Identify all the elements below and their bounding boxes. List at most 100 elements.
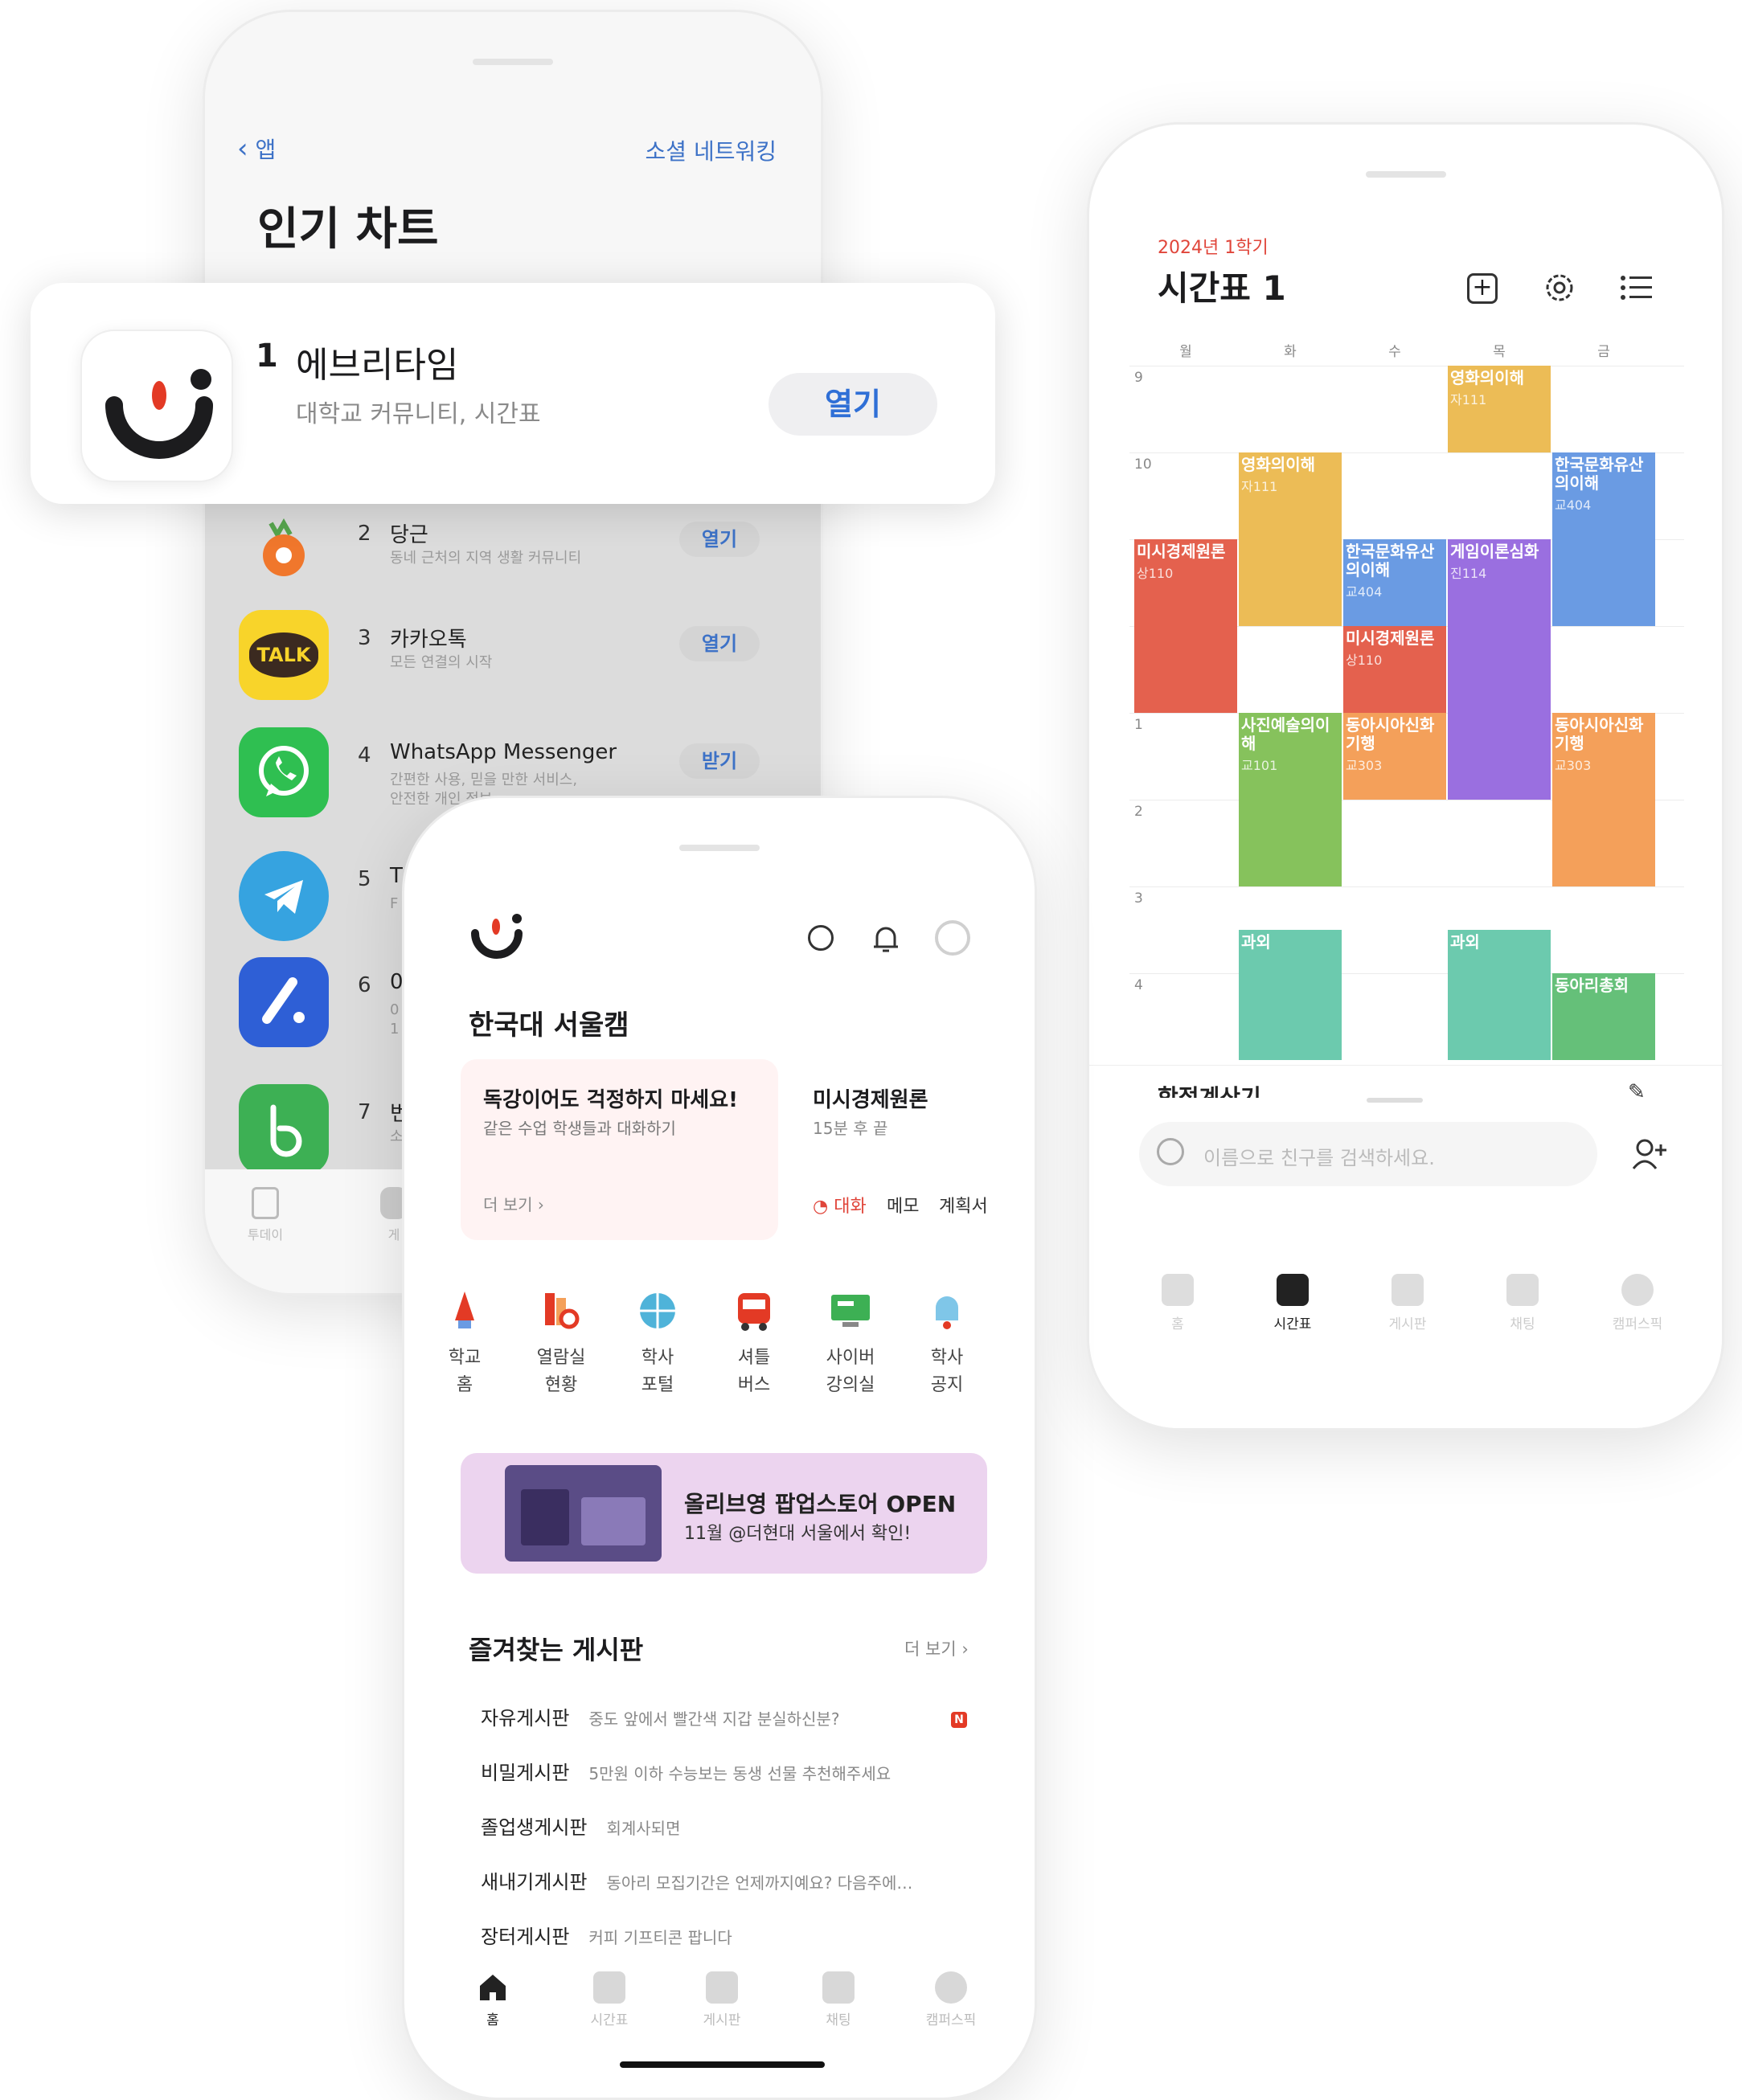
quick-link-reading-room[interactable]: 열람실 현황	[513, 1288, 609, 1399]
class-block[interactable]: 게임이론심화 진114	[1448, 539, 1551, 800]
app-icon	[239, 957, 329, 1047]
featured-app-card[interactable]: 1 에브리타임 대학교 커뮤니티, 시간표 열기	[31, 283, 995, 504]
quick-link-academic-portal[interactable]: 학사 포털	[609, 1288, 706, 1399]
search-icon[interactable]	[808, 925, 834, 951]
class-block[interactable]: 동아시아신화기행 교303	[1552, 713, 1655, 886]
search-icon	[1157, 1138, 1184, 1165]
quick-link-academic-notice[interactable]: 학사 공지	[899, 1288, 995, 1399]
favorites-more[interactable]: 더 보기 ›	[904, 1636, 969, 1660]
tab-campus-pick[interactable]: 캠퍼스픽	[903, 1971, 999, 2028]
telegram-icon	[239, 851, 329, 941]
bell-icon[interactable]	[871, 923, 901, 958]
board-name: 자유게시판	[481, 1707, 570, 1730]
tab-chat[interactable]: 채팅	[1466, 1274, 1579, 1332]
profile-icon[interactable]	[935, 920, 970, 956]
whatsapp-icon	[239, 727, 329, 817]
tab-board[interactable]: 게시판	[674, 1971, 770, 2028]
quick-link-school-home[interactable]: 학교 홈	[416, 1288, 513, 1399]
board-row-freshman[interactable]: 새내기게시판 동아리 모집기간은 언제까지예요? 다음주에…	[481, 1866, 912, 1901]
class-room: 교101	[1241, 758, 1278, 773]
class-name: 사진예술의이해	[1241, 715, 1330, 753]
class-block[interactable]: 한국문화유산의이해 교404	[1552, 452, 1655, 626]
page-title: 인기 차트	[257, 203, 439, 256]
class-block[interactable]: 영화의이해 자111	[1239, 452, 1342, 626]
books-icon	[539, 1288, 584, 1333]
list-item[interactable]: 2 당근 동네 근처의 지역 생활 커뮤니티 열기	[229, 494, 784, 615]
hour-label: 2	[1134, 804, 1143, 820]
app-name: WhatsApp Messenger	[390, 740, 617, 764]
class-block[interactable]: 사진예술의이해교101	[1239, 713, 1342, 886]
class-block[interactable]: 한국문화유산의이해 교404	[1343, 539, 1446, 626]
class-name: 미시경제원론	[1137, 542, 1226, 561]
category-link[interactable]: 소셜 네트워킹	[646, 134, 777, 166]
tab-timetable[interactable]: 시간표	[1236, 1274, 1349, 1332]
list-item[interactable]: TALK 3 카카오톡 모든 연결의 시작 열기	[229, 599, 784, 719]
rank: 6	[358, 973, 371, 997]
open-button[interactable]: 열기	[679, 626, 760, 661]
board-latest-post: 회계사되면	[606, 1819, 681, 1838]
kakaotalk-icon: TALK	[239, 610, 329, 700]
quick-link-label: 열람실 현황	[513, 1345, 609, 1399]
tab-campus-pick[interactable]: 캠퍼스픽	[1581, 1274, 1694, 1332]
tab-label: 시간표	[1273, 1316, 1312, 1332]
tab-home[interactable]: 홈	[1121, 1274, 1234, 1332]
chevron-left-icon: ‹	[237, 133, 248, 165]
day-header: 월	[1179, 344, 1192, 360]
sheet-handle[interactable]	[1367, 1098, 1423, 1103]
open-button[interactable]: 열기	[769, 373, 937, 436]
label-line-2: 포털	[641, 1375, 674, 1395]
subtitle-line-1: 간편한 사용, 믿을 만한 서비스,	[390, 772, 578, 788]
tab-board[interactable]: 게시판	[1351, 1274, 1464, 1332]
class-block[interactable]: 동아시아신화기행 교303	[1343, 713, 1446, 800]
home-indicator[interactable]	[620, 2061, 825, 2068]
tab-today[interactable]: 투데이	[237, 1187, 293, 1243]
memo-action[interactable]: 메모	[887, 1192, 919, 1218]
rank: 4	[358, 743, 371, 768]
everytime-logo-icon	[80, 330, 233, 482]
subtitle-line-2: 1	[390, 1021, 400, 1038]
class-block[interactable]: 미시경제원론 상110	[1343, 626, 1446, 713]
app-subtitle: 모든 연결의 시작	[390, 654, 493, 671]
class-room: 상110	[1346, 653, 1383, 668]
board-row-graduate[interactable]: 졸업생게시판 회계사되면	[481, 1811, 680, 1847]
tab-timetable[interactable]: 시간표	[561, 1971, 658, 2028]
ad-banner[interactable]: 올리브영 팝업스토어 OPEN 11월 @더현대 서울에서 확인!	[461, 1453, 987, 1574]
more-label: 더 보기	[483, 1195, 533, 1214]
home-icon	[477, 1971, 509, 2004]
chat-action[interactable]: ◔ 대화	[813, 1192, 867, 1218]
class-name: 동아시아신화기행	[1346, 715, 1435, 753]
quick-link-cyber-classroom[interactable]: 사이버 강의실	[802, 1288, 899, 1399]
next-class-time: 15분 후 끝	[813, 1119, 888, 1138]
quick-link-label: 셔틀 버스	[706, 1345, 802, 1399]
add-friend-icon[interactable]	[1632, 1138, 1667, 1173]
label-line-1: 사이버	[826, 1348, 875, 1368]
friend-search-input[interactable]: 이름으로 친구를 검색하세요.	[1139, 1122, 1597, 1186]
class-block[interactable]: 과외	[1448, 930, 1551, 1060]
class-name: 영화의이해	[1450, 368, 1524, 387]
get-button[interactable]: 받기	[679, 743, 760, 779]
quick-link-shuttle-bus[interactable]: 셔틀 버스	[706, 1288, 802, 1399]
promo-text: 같은 수업 학생들과 대화하기	[483, 1119, 676, 1138]
tab-home[interactable]: 홈	[445, 1971, 541, 2028]
board-row-secret[interactable]: 비밀게시판 5만원 이하 수능보는 동생 선물 추천해주세요	[481, 1757, 891, 1792]
rank: 3	[358, 626, 371, 650]
tab-chat[interactable]: 채팅	[790, 1971, 887, 2028]
class-name: 영화의이해	[1241, 455, 1315, 474]
promo-more[interactable]: 더 보기 ›	[483, 1192, 544, 1215]
home-phone: 한국대 서울캠 독강이어도 걱정하지 마세요! 같은 수업 학생들과 대화하기 …	[402, 796, 1037, 2100]
board-row-market[interactable]: 장터게시판 커피 기프티콘 팝니다	[481, 1921, 732, 1956]
promo-title: 독강이어도 걱정하지 마세요!	[483, 1088, 739, 1112]
back-button[interactable]: ‹ 앱	[237, 133, 276, 165]
class-block[interactable]: 영화의이해 자111	[1448, 366, 1551, 452]
open-button[interactable]: 열기	[679, 522, 760, 557]
edit-icon[interactable]: ✎	[1628, 1080, 1646, 1104]
class-name: 한국문화유산의이해	[1555, 455, 1644, 493]
syllabus-action[interactable]: 계획서	[939, 1192, 988, 1218]
promo-card[interactable]: 독강이어도 걱정하지 마세요! 같은 수업 학생들과 대화하기 더 보기 ›	[461, 1059, 778, 1240]
class-block[interactable]: 미시경제원론 상110	[1134, 539, 1237, 713]
class-block[interactable]: 동아리총회	[1552, 973, 1655, 1060]
class-block[interactable]: 과외	[1239, 930, 1342, 1060]
board-row-free[interactable]: 자유게시판 중도 앞에서 빨간색 지갑 분실하신분?	[481, 1702, 839, 1738]
bus-icon	[732, 1288, 777, 1333]
hour-label: 4	[1134, 977, 1143, 993]
